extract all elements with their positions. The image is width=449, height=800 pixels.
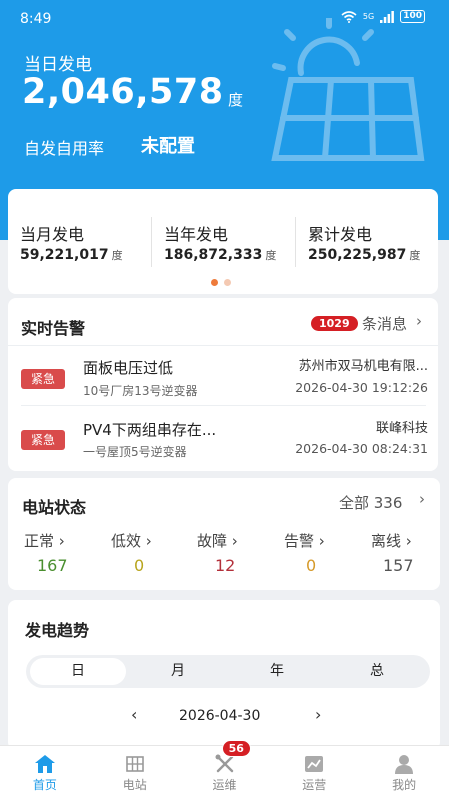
tab-label: 运维 [212, 778, 237, 792]
divider [8, 345, 438, 346]
stat-title: 当年发电 [164, 225, 229, 244]
today-generation-unit: 度 [228, 91, 244, 109]
divider [151, 217, 152, 267]
chart-icon [305, 756, 324, 772]
tab-mine[interactable]: 我的 [359, 746, 449, 800]
divider [21, 405, 426, 406]
chevron-right-icon[interactable]: › [416, 312, 422, 330]
status-value: 157 [383, 556, 414, 575]
alarm-item-company: 联峰科技 [375, 421, 428, 436]
today-generation-value: 2,046,578 [22, 72, 224, 112]
tab-label: 我的 [392, 778, 417, 792]
stat-title: 累计发电 [308, 225, 373, 244]
user-icon [395, 755, 414, 774]
tab-home[interactable]: 首页 [0, 746, 90, 800]
status-value: 0 [134, 556, 145, 575]
chevron-right-icon[interactable]: › [419, 490, 425, 508]
tab-maintenance[interactable]: 56 运维 [180, 740, 270, 800]
alarm-item-time: 2026-04-30 19:12:26 [295, 380, 428, 395]
station-status-title: 电站状态 [22, 498, 87, 517]
station-total-link[interactable]: 全部 336 [339, 492, 402, 513]
stat-value: 186,872,333 度 [164, 247, 277, 263]
page-dot[interactable] [224, 279, 231, 286]
tab-day[interactable]: 日 [30, 658, 126, 685]
tools-icon [215, 754, 233, 773]
status-time: 8:49 [20, 11, 52, 27]
stat-title: 当月发电 [20, 225, 85, 244]
tab-label: 运营 [302, 778, 327, 792]
tab-station[interactable]: 电站 [90, 746, 180, 800]
station-status-card: 电站状态 全部 336 › 正常 › 167 低效 › 0 故障 › 12 告警… [8, 478, 440, 590]
status-value: 12 [215, 556, 236, 575]
trend-title: 发电趋势 [25, 621, 90, 640]
self-use-rate-label: 自发自用率 [24, 139, 105, 158]
tab-label: 首页 [32, 778, 57, 792]
status-value: 0 [306, 556, 317, 575]
chevron-left-icon[interactable]: ‹ [131, 705, 137, 724]
alarm-item-time: 2026-04-30 08:24:31 [295, 441, 428, 456]
generation-trend-card: 发电趋势 日 月 年 总 ‹ 2026-04-30 › [8, 600, 440, 750]
alarm-item-title: 面板电压过低 [83, 359, 174, 377]
self-use-rate-value: 未配置 [141, 136, 195, 157]
station-icon [125, 756, 144, 772]
period-segmented-control: 日 月 年 总 [26, 655, 430, 688]
page-indicator[interactable] [211, 279, 231, 286]
page-dot-active[interactable] [211, 279, 218, 286]
realtime-alarm-card: 实时告警 1029 条消息 › 紧急 面板电压过低 10号厂房13号逆变器 苏州… [8, 298, 438, 471]
tab-month[interactable]: 月 [130, 658, 226, 685]
stat-value: 250,225,987 度 [308, 247, 421, 263]
tab-operations[interactable]: 运营 [269, 746, 359, 800]
stat-value: 59,221,017 度 [20, 247, 123, 263]
status-label: 低效 › [111, 532, 152, 550]
status-label: 故障 › [197, 532, 238, 550]
alarm-item-title: PV4下两组串存在... [83, 421, 217, 439]
status-label: 正常 › [24, 532, 65, 550]
divider [295, 217, 296, 267]
solar-panel-icon [271, 18, 425, 161]
status-value: 167 [37, 556, 68, 575]
chevron-right-icon[interactable]: › [315, 705, 321, 724]
alarm-item-device: 10号厂房13号逆变器 [83, 384, 198, 398]
status-label: 告警 › [284, 532, 325, 550]
home-icon [35, 755, 55, 773]
urgent-badge: 紧急 [21, 369, 65, 389]
tab-year[interactable]: 年 [229, 658, 325, 685]
generation-stats-card[interactable]: 当月发电 59,221,017 度 当年发电 186,872,333 度 累计发电 … [8, 189, 438, 294]
selected-date[interactable]: 2026-04-30 [179, 708, 260, 724]
alarm-more-link[interactable]: 条消息 [362, 313, 407, 334]
tab-label: 电站 [122, 778, 147, 792]
alarm-section-title: 实时告警 [21, 319, 86, 338]
maintenance-badge: 56 [221, 740, 251, 757]
status-label: 离线 › [371, 532, 412, 550]
urgent-badge: 紧急 [21, 430, 65, 450]
tab-total[interactable]: 总 [329, 658, 425, 685]
alarm-count-badge[interactable]: 1029 [311, 316, 358, 331]
alarm-item-device: 一号屋顶5号逆变器 [83, 445, 187, 459]
alarm-item-company: 苏州市双马机电有限... [298, 359, 428, 374]
bottom-tab-bar: 首页 电站 56 运维 运营 我的 [0, 740, 449, 800]
